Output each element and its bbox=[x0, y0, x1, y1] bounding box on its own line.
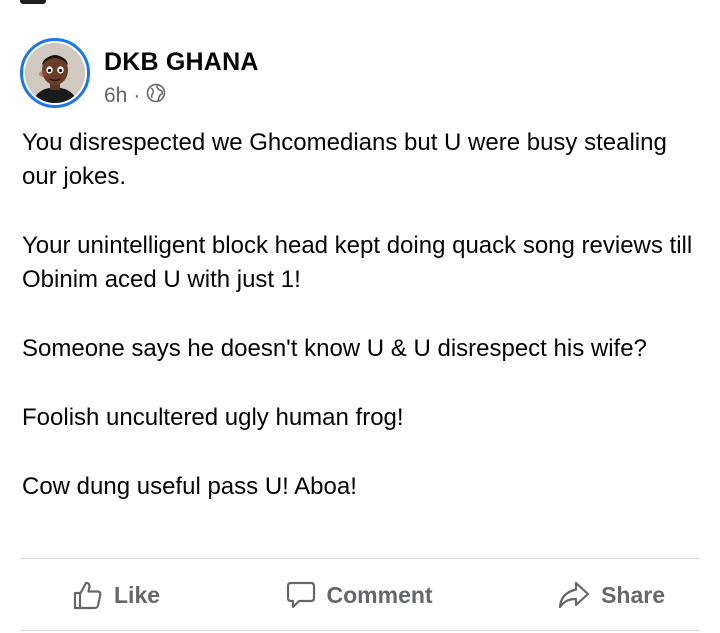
like-label: Like bbox=[114, 581, 161, 608]
share-label: Share bbox=[601, 581, 665, 608]
post-paragraph: Foolish uncultered ugly human frog! bbox=[22, 404, 404, 431]
meta-separator: · bbox=[133, 84, 141, 107]
share-icon bbox=[558, 581, 590, 609]
post-actions: Like Comment Share bbox=[20, 572, 700, 618]
comment-label: Comment bbox=[326, 581, 433, 608]
post-body: You disrespected we Ghcomedians but U we… bbox=[22, 126, 702, 539]
post-paragraph: You disrespected we Ghcomedians but U we… bbox=[22, 129, 667, 190]
thumbs-up-icon bbox=[73, 581, 102, 610]
post-paragraph: Your unintelligent block head kept doing… bbox=[22, 232, 693, 293]
post-paragraph: Cow dung useful pass U! Aboa! bbox=[22, 473, 357, 500]
comment-button[interactable]: Comment bbox=[285, 579, 433, 611]
post-header: DKB GHANA 6h · bbox=[20, 38, 259, 109]
actions-divider-bottom bbox=[20, 630, 700, 631]
globe-icon[interactable] bbox=[146, 83, 166, 109]
actions-divider-top bbox=[20, 558, 700, 559]
post-time[interactable]: 6h bbox=[104, 84, 127, 108]
avatar[interactable] bbox=[20, 38, 90, 108]
share-button[interactable]: Share bbox=[557, 579, 665, 611]
author-name[interactable]: DKB GHANA bbox=[104, 48, 259, 77]
previous-item-edge bbox=[20, 0, 46, 4]
comment-icon bbox=[286, 581, 315, 609]
like-button[interactable]: Like bbox=[72, 579, 160, 611]
profile-photo bbox=[25, 43, 85, 103]
post-meta: 6h · bbox=[104, 83, 259, 109]
post-paragraph: Someone says he doesn't know U & U disre… bbox=[22, 335, 647, 362]
